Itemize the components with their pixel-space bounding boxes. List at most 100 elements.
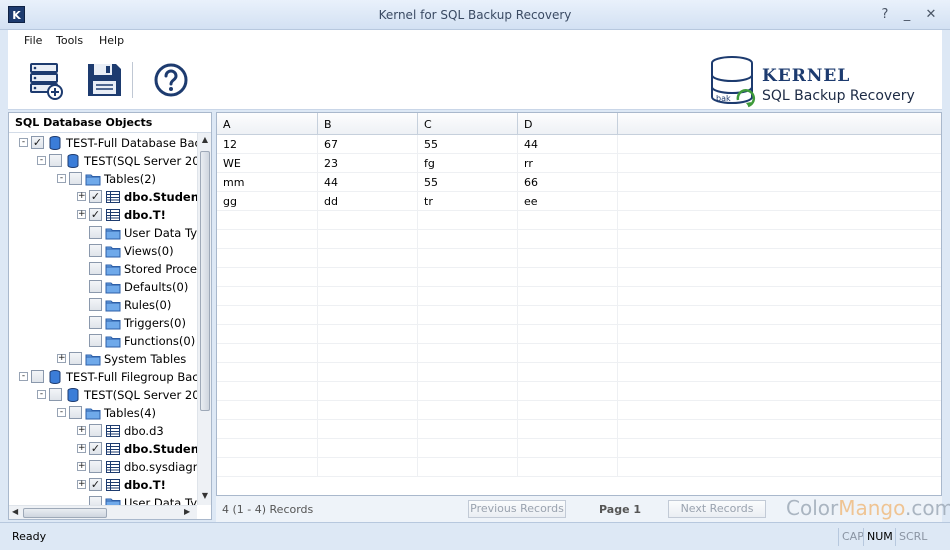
tree-node-checkbox[interactable] <box>49 154 62 167</box>
tree-node-label: User Data Types( <box>124 496 197 505</box>
expand-icon[interactable]: + <box>77 426 86 435</box>
next-records-button[interactable]: Next Records <box>668 500 766 518</box>
previous-records-button[interactable]: Previous Records <box>468 500 566 518</box>
scroll-down-icon[interactable]: ▼ <box>200 491 210 503</box>
add-database-button[interactable] <box>24 58 68 102</box>
tree-node[interactable]: + System Tables <box>9 350 197 368</box>
tree-node[interactable]: Triggers(0) <box>9 314 197 332</box>
tree-node[interactable]: Stored Procedure <box>9 260 197 278</box>
tree-node-checkbox[interactable] <box>89 316 102 329</box>
tree-node[interactable]: + ✓ dbo.T! <box>9 476 197 494</box>
scroll-up-icon[interactable]: ▲ <box>200 135 210 147</box>
minimize-button[interactable]: _ <box>898 7 916 23</box>
collapse-icon[interactable]: - <box>37 390 46 399</box>
expand-icon[interactable]: + <box>77 462 86 471</box>
table-cell <box>418 306 518 325</box>
table-row[interactable]: gg dd tr ee <box>217 192 941 211</box>
collapse-icon[interactable]: - <box>37 156 46 165</box>
expand-icon[interactable]: + <box>57 354 66 363</box>
database-icon <box>47 135 63 151</box>
menu-tools[interactable]: Tools <box>56 34 83 47</box>
tree-node[interactable]: + ✓ dbo.Student <box>9 440 197 458</box>
tree-node[interactable]: - TEST-Full Filegroup Back <box>9 368 197 386</box>
horizontal-scroll-thumb[interactable] <box>23 508 107 518</box>
collapse-icon[interactable]: - <box>57 408 66 417</box>
expand-icon[interactable]: + <box>77 444 86 453</box>
help-button[interactable] <box>149 58 193 102</box>
scroll-right-icon[interactable]: ▶ <box>184 507 190 516</box>
column-header-b[interactable]: B <box>318 113 418 135</box>
tree-node-checkbox[interactable] <box>89 496 102 505</box>
expand-icon[interactable]: + <box>77 480 86 489</box>
tree-node[interactable]: - TEST(SQL Server 200 <box>9 386 197 404</box>
table-icon <box>105 459 121 475</box>
tree-node-checkbox[interactable]: ✓ <box>89 478 102 491</box>
tree-node[interactable]: - Tables(4) <box>9 404 197 422</box>
tree-node[interactable]: Views(0) <box>9 242 197 260</box>
tree-node-checkbox[interactable]: ✓ <box>31 136 44 149</box>
tree-vertical-scrollbar[interactable]: ▲ ▼ <box>197 133 211 505</box>
table-cell <box>518 287 618 306</box>
column-header-a[interactable]: A <box>217 113 318 135</box>
tree-node-checkbox[interactable]: ✓ <box>89 208 102 221</box>
menu-file[interactable]: File <box>24 34 42 47</box>
collapse-icon[interactable]: - <box>19 138 28 147</box>
close-button[interactable]: ✕ <box>922 7 940 23</box>
tree-node-checkbox[interactable] <box>31 370 44 383</box>
tree-node-checkbox[interactable] <box>69 406 82 419</box>
tree-node-checkbox[interactable] <box>89 280 102 293</box>
save-button[interactable] <box>82 58 126 102</box>
table-cell <box>318 458 418 477</box>
tree-node[interactable]: + dbo.sysdiagra <box>9 458 197 476</box>
tree-node[interactable]: + dbo.d3 <box>9 422 197 440</box>
table-row <box>217 439 941 458</box>
product-logo: bak KERNEL SQL Backup Recovery <box>700 54 940 110</box>
expand-icon[interactable]: + <box>77 192 86 201</box>
tree-node-checkbox[interactable]: ✓ <box>89 190 102 203</box>
tree-node[interactable]: - ✓ TEST-Full Database Back <box>9 134 197 152</box>
tree-node-checkbox[interactable] <box>69 352 82 365</box>
table-cell <box>217 401 318 420</box>
scroll-left-icon[interactable]: ◀ <box>12 507 18 516</box>
table-row[interactable]: mm 44 55 66 <box>217 173 941 192</box>
table-cell <box>518 401 618 420</box>
tree-node-checkbox[interactable]: ✓ <box>89 442 102 455</box>
tree-node[interactable]: Rules(0) <box>9 296 197 314</box>
window-title: Kernel for SQL Backup Recovery <box>378 8 572 22</box>
tree-node[interactable]: User Data Types( <box>9 224 197 242</box>
vertical-scroll-thumb[interactable] <box>200 151 210 411</box>
folder-icon <box>85 171 101 187</box>
object-tree[interactable]: - ✓ TEST-Full Database Back - TEST(SQL Serve… <box>9 133 197 505</box>
expand-icon[interactable]: + <box>77 210 86 219</box>
tree-horizontal-scrollbar[interactable]: ◀ ▶ <box>9 505 197 519</box>
tree-node-checkbox[interactable] <box>89 334 102 347</box>
table-row <box>217 230 941 249</box>
tree-node-checkbox[interactable] <box>49 388 62 401</box>
column-header-d[interactable]: D <box>518 113 618 135</box>
table-row[interactable]: WE 23 fg rr <box>217 154 941 173</box>
tree-node-checkbox[interactable] <box>89 298 102 311</box>
tree-node[interactable]: + ✓ dbo.Student <box>9 188 197 206</box>
collapse-icon[interactable]: - <box>57 174 66 183</box>
tree-node[interactable]: + ✓ dbo.T! <box>9 206 197 224</box>
tree-node[interactable]: - TEST(SQL Server 200 <box>9 152 197 170</box>
logo-badge: bak <box>716 94 731 103</box>
tree-node[interactable]: - Tables(2) <box>9 170 197 188</box>
menu-help[interactable]: Help <box>99 34 124 47</box>
tree-node-checkbox[interactable] <box>89 460 102 473</box>
tree-node[interactable]: Functions(0) <box>9 332 197 350</box>
object-tree-pane: SQL Database Objects - ✓ TEST-Full Databas… <box>8 112 212 520</box>
tree-node-checkbox[interactable] <box>89 424 102 437</box>
tree-node[interactable]: Defaults(0) <box>9 278 197 296</box>
tree-node-checkbox[interactable] <box>89 244 102 257</box>
tree-node-checkbox[interactable] <box>69 172 82 185</box>
table-row[interactable]: 12 67 55 44 <box>217 135 941 154</box>
table-row <box>217 249 941 268</box>
tree-node-checkbox[interactable] <box>89 262 102 275</box>
help-window-button[interactable]: ? <box>876 7 894 23</box>
title-bar: K Kernel for SQL Backup Recovery ? _ ✕ <box>0 0 950 30</box>
column-header-c[interactable]: C <box>418 113 518 135</box>
collapse-icon[interactable]: - <box>19 372 28 381</box>
tree-node[interactable]: User Data Types( <box>9 494 197 505</box>
tree-node-checkbox[interactable] <box>89 226 102 239</box>
